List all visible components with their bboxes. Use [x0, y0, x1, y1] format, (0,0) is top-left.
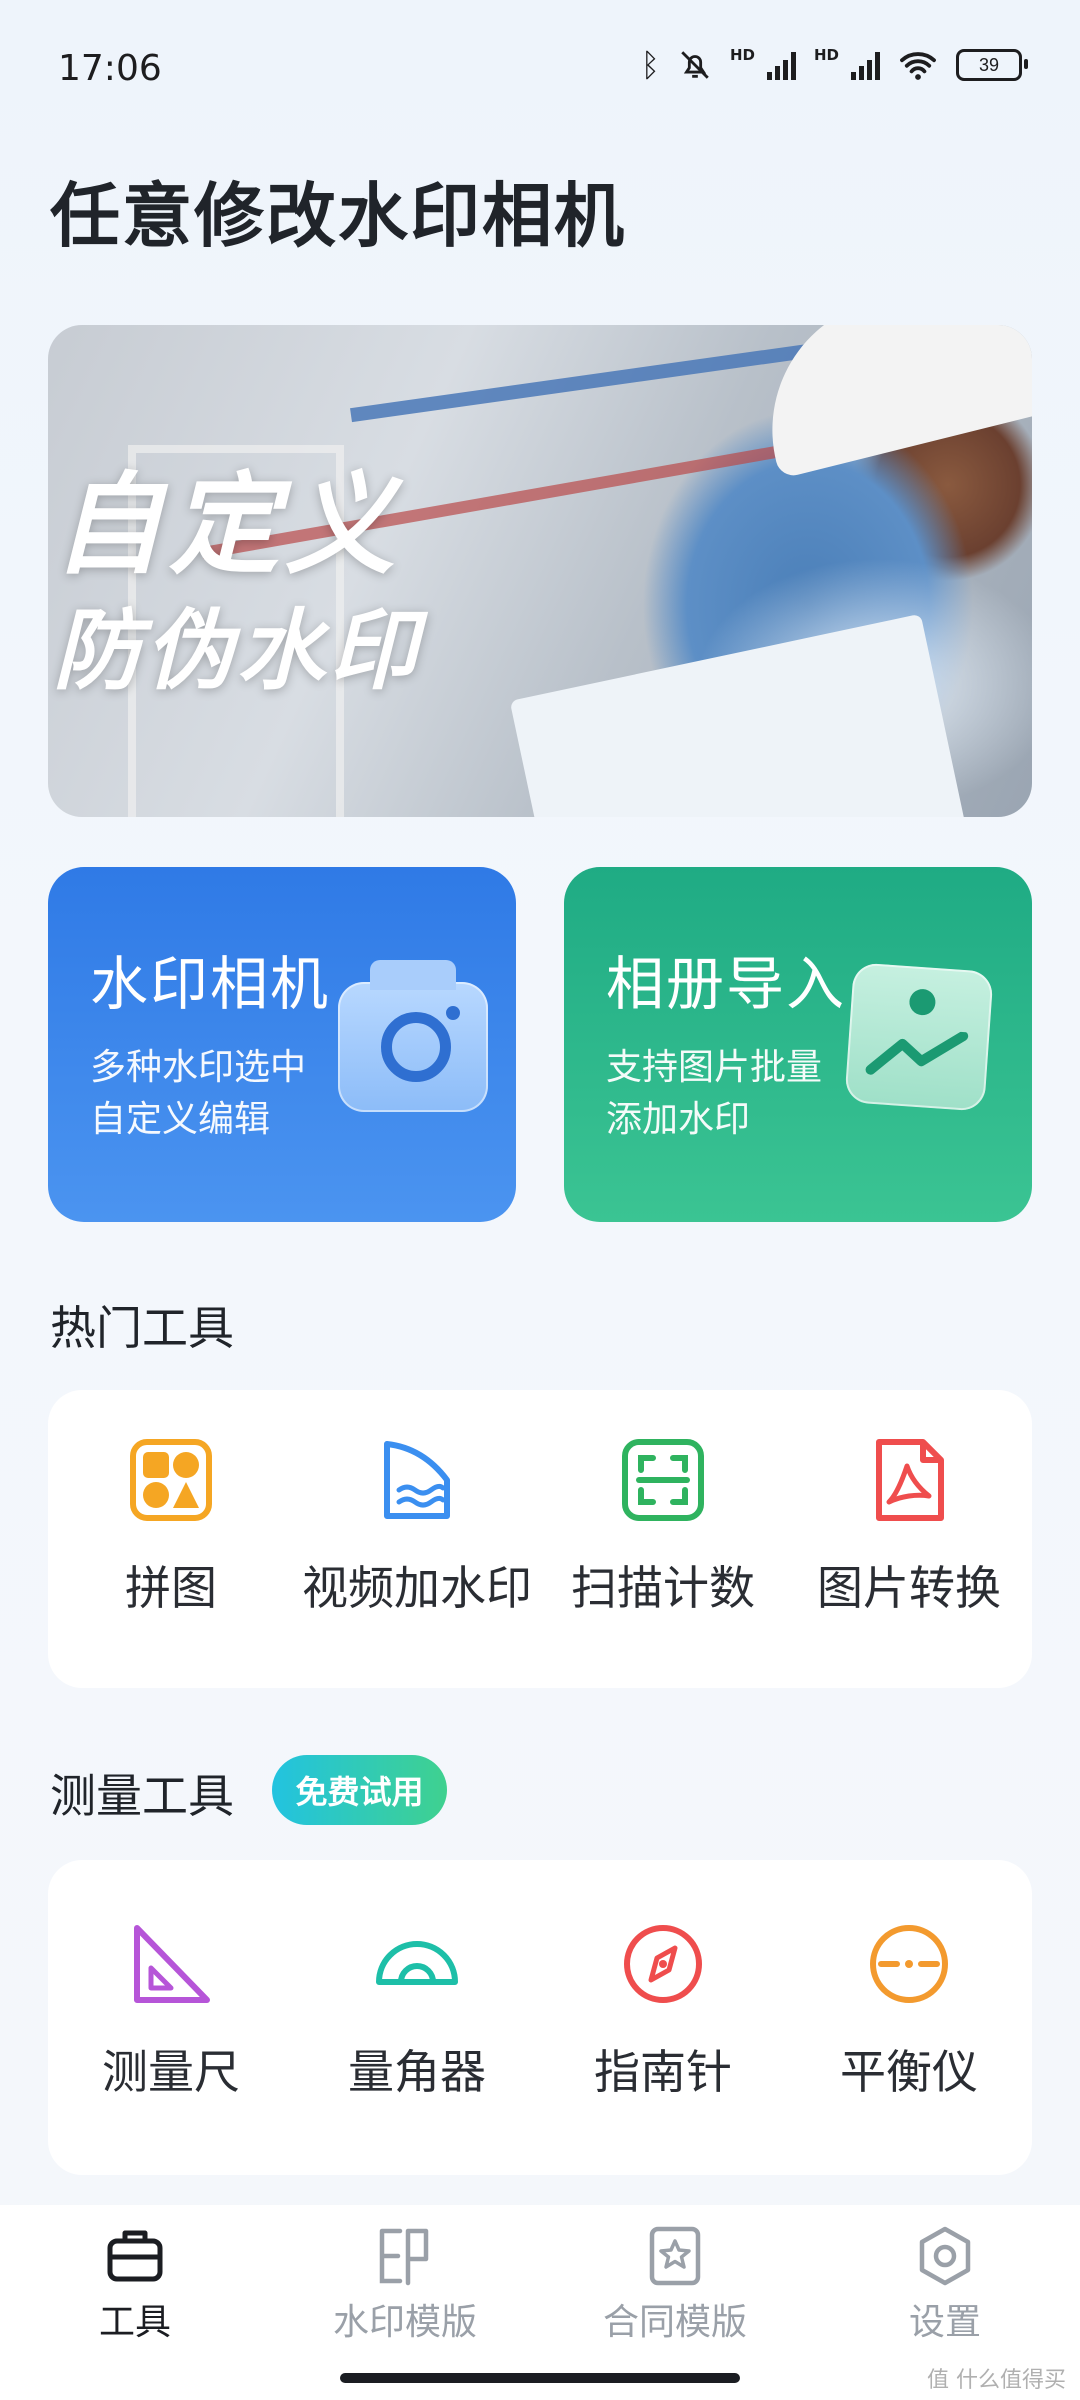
- wifi-icon: [900, 52, 936, 80]
- signal-icon: [851, 50, 880, 80]
- tool-level[interactable]: 平衡仪: [786, 1922, 1032, 2102]
- hd-label: HD: [729, 46, 755, 64]
- signal-icon: [766, 50, 796, 80]
- measure-tools-title: 测量工具: [50, 1769, 234, 1823]
- banner-subheadline: 防伪水印: [53, 599, 422, 702]
- tool-protractor[interactable]: 量角器: [294, 1922, 540, 2102]
- tool-label: 指南针: [594, 2045, 732, 2099]
- card-subtitle: 支持图片批量 添加水印: [606, 1042, 822, 1146]
- card-title: 相册导入: [606, 950, 847, 1018]
- camera-icon: [338, 960, 488, 1112]
- tab-settings[interactable]: 设置: [810, 2225, 1080, 2345]
- tab-tools[interactable]: 工具: [0, 2225, 270, 2345]
- watermark-camera-card[interactable]: 水印相机 多种水印选中 自定义编辑: [48, 867, 516, 1222]
- app-title: 任意修改水印相机: [50, 175, 626, 257]
- toolbox-icon: [107, 2230, 163, 2282]
- tool-ruler[interactable]: 测量尺: [48, 1922, 294, 2102]
- tool-image-convert[interactable]: 图片转换: [786, 1438, 1032, 1618]
- tool-puzzle[interactable]: 拼图: [48, 1438, 294, 1618]
- banner-headline: 自定义: [53, 461, 401, 589]
- tab-contract-templates[interactable]: 合同模版: [540, 2225, 810, 2345]
- card-subtitle-line: 自定义编辑: [90, 1099, 271, 1140]
- banner-paper: [509, 613, 967, 817]
- settings-icon: [919, 2226, 971, 2286]
- bluetooth-icon: ᛒ: [640, 46, 660, 84]
- status-bar: 17:06 ᛒ HD HD 39: [0, 0, 1080, 140]
- compass-icon: [624, 1925, 702, 2003]
- card-title: 水印相机: [90, 950, 331, 1018]
- tab-label: 合同模版: [602, 2302, 747, 2343]
- source-watermark: 值 什么值得买: [927, 2368, 1066, 2393]
- video-watermark-icon: [384, 1441, 450, 1519]
- bottom-tab-bar: 工具 水印模版 合同模版 设置: [0, 2205, 1080, 2400]
- tab-label: 工具: [98, 2302, 171, 2343]
- free-trial-badge: 免费试用: [272, 1755, 447, 1825]
- tool-label: 测量尺: [102, 2045, 240, 2099]
- card-subtitle: 多种水印选中 自定义编辑: [90, 1042, 306, 1146]
- tool-label: 量角器: [348, 2045, 486, 2099]
- mute-bell-icon: [681, 51, 709, 79]
- card-subtitle-line: 支持图片批量: [606, 1047, 823, 1088]
- contract-template-icon: [649, 2226, 701, 2286]
- tool-compass[interactable]: 指南针: [540, 1922, 786, 2102]
- album-import-card[interactable]: 相册导入 支持图片批量 添加水印: [564, 867, 1032, 1222]
- puzzle-icon: [130, 1439, 212, 1521]
- measure-tools-panel: 测量尺 量角器 指南针 平衡仪: [48, 1860, 1032, 2175]
- battery-icon: 39: [956, 49, 1028, 81]
- card-subtitle-line: 添加水印: [606, 1099, 751, 1140]
- promo-banner[interactable]: 自定义 防伪水印: [48, 325, 1032, 817]
- hot-tools-title: 热门工具: [50, 1301, 234, 1355]
- tool-scan-count[interactable]: 扫描计数: [540, 1438, 786, 1618]
- level-icon: [870, 1925, 948, 2003]
- tab-watermark-templates[interactable]: 水印模版: [270, 2225, 540, 2345]
- tool-label: 平衡仪: [840, 2045, 978, 2099]
- tool-label: 视频加水印: [302, 1561, 532, 1615]
- tool-label: 扫描计数: [571, 1561, 755, 1615]
- pdf-icon: [876, 1439, 944, 1521]
- tool-label: 图片转换: [817, 1561, 1001, 1615]
- tab-label: 水印模版: [332, 2302, 477, 2343]
- protractor-icon: [376, 1941, 458, 1985]
- scan-icon: [622, 1439, 704, 1521]
- hot-tools-panel: 拼图 视频加水印 扫描计数 图片转换: [48, 1390, 1032, 1688]
- ruler-triangle-icon: [134, 1925, 210, 2003]
- hd-label: HD: [813, 46, 839, 64]
- card-subtitle-line: 多种水印选中: [90, 1047, 307, 1088]
- watermark-template-icon: [379, 2228, 429, 2286]
- status-icons: ᛒ HD HD 39: [640, 46, 1028, 84]
- tool-video-watermark[interactable]: 视频加水印: [294, 1438, 540, 1618]
- picture-icon: [844, 962, 994, 1112]
- status-time: 17:06: [58, 48, 162, 89]
- tab-label: 设置: [908, 2302, 981, 2343]
- home-indicator[interactable]: [340, 2373, 740, 2383]
- tool-label: 拼图: [125, 1561, 217, 1615]
